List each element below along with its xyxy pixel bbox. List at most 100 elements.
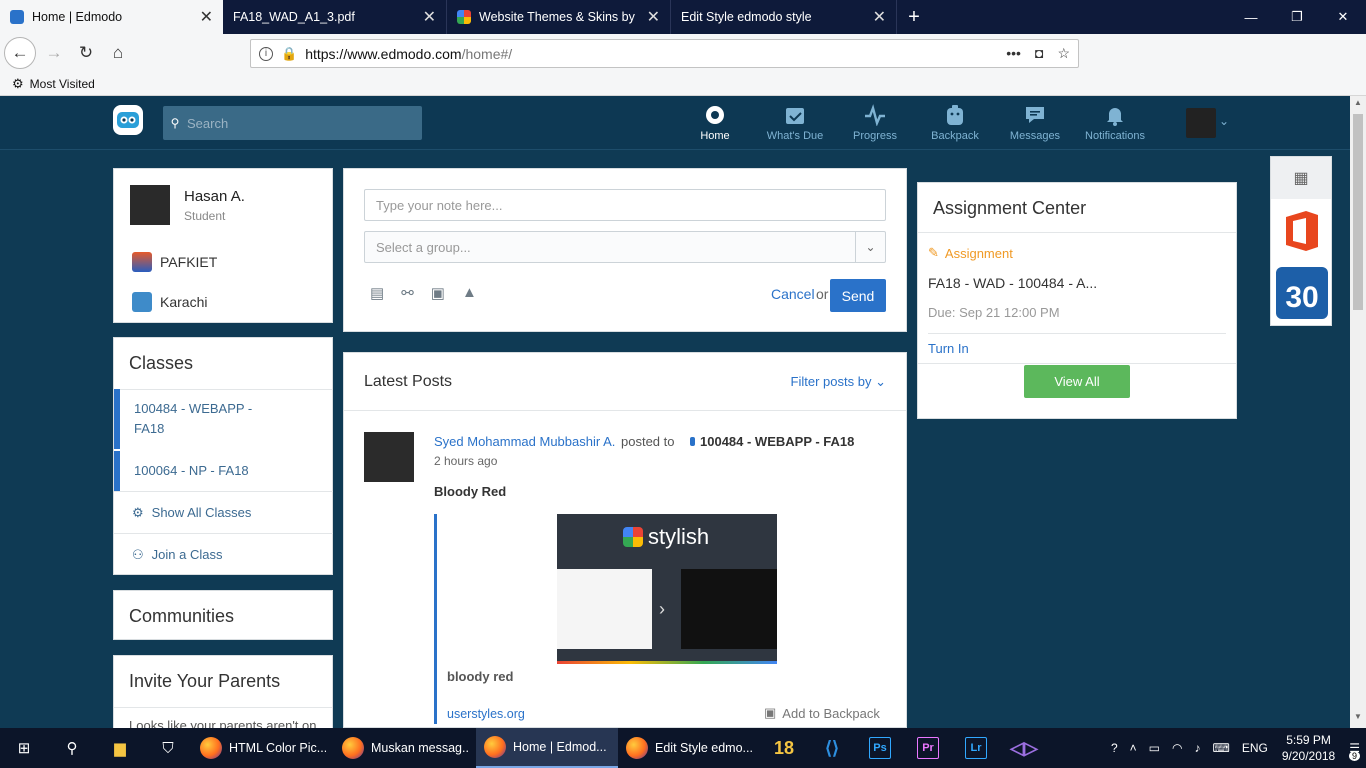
taskbar-app-color-picker[interactable]: HTML Color Pic... — [192, 728, 334, 768]
forward-button[interactable]: → — [38, 37, 70, 69]
nav-notifications[interactable]: Notifications — [1084, 96, 1146, 150]
join-class-link[interactable]: ⚇ Join a Class — [114, 533, 333, 575]
google-drive-icon[interactable]: ▲ — [462, 284, 477, 302]
assignment-name[interactable]: FA18 - WAD - 100484 - A... — [928, 275, 1097, 291]
view-all-button[interactable]: View All — [1024, 365, 1130, 398]
taskbar-app-muskan[interactable]: Muskan messag... — [334, 728, 476, 768]
taskbar-photoshop[interactable]: Ps — [856, 728, 904, 768]
backpack-icon[interactable]: ▣ — [431, 284, 445, 302]
taskbar-visual-studio[interactable]: ◁▷ — [1000, 728, 1048, 768]
file-explorer-icon[interactable]: ▆ — [96, 728, 144, 768]
org-karachi[interactable]: Karachi — [132, 291, 207, 313]
assignment-due: Due: Sep 21 12:00 PM — [928, 305, 1060, 320]
chevron-down-icon[interactable]: ⌄ — [1219, 114, 1229, 128]
nav-messages[interactable]: Messages — [1009, 96, 1061, 150]
post-composer: Type your note here... Select a group...… — [343, 168, 907, 332]
document-icon[interactable]: ▤ — [370, 284, 384, 302]
search-input[interactable] — [187, 115, 407, 131]
tab-stylish[interactable]: Website Themes & Skins by Sty ✕ — [447, 0, 671, 34]
lock-icon[interactable]: 🔒 — [281, 46, 297, 62]
scroll-down-icon[interactable]: ▼ — [1350, 712, 1366, 726]
org-pafkiet[interactable]: PAFKIET — [132, 251, 217, 273]
search-box[interactable]: ⚲ — [163, 106, 422, 140]
class-item-webapp[interactable]: 100484 - WEBAPP - FA18 — [114, 389, 333, 449]
keyboard-icon[interactable]: ⌨ — [1213, 741, 1230, 755]
window-controls: — ❐ ✕ — [1228, 0, 1366, 34]
profile-name[interactable]: Hasan A. — [184, 188, 245, 205]
nav-progress[interactable]: Progress — [852, 96, 898, 150]
taskbar-app-18[interactable]: 18 — [760, 728, 808, 768]
notification-center-icon[interactable]: ☰ 9 — [1348, 741, 1360, 761]
nav-whats-due[interactable]: What's Due — [765, 96, 825, 150]
communities-card[interactable]: Communities — [113, 590, 333, 640]
home-button[interactable]: ⌂ — [102, 37, 134, 69]
group-select[interactable]: Select a group... ⌄ — [364, 231, 886, 263]
clock[interactable]: 5:59 PM 9/20/2018 — [1282, 732, 1335, 764]
bookmark-star-icon[interactable]: ☆ — [1057, 45, 1070, 62]
browser-tab-bar: Home | Edmodo ✕ FA18_WAD_A1_3.pdf ✕ Webs… — [0, 0, 1366, 34]
tab-edmodo[interactable]: Home | Edmodo ✕ — [0, 0, 223, 34]
filter-posts-dropdown[interactable]: Filter posts by ⌄ — [791, 374, 886, 390]
url-text[interactable]: https://www.edmodo.com/home#/ — [305, 46, 1006, 62]
help-icon[interactable]: ? — [1111, 741, 1118, 755]
calendar-day: 30 — [1285, 281, 1319, 314]
embed-link[interactable]: userstyles.org — [447, 707, 525, 721]
calendar-app-icon[interactable]: 30 — [1276, 267, 1328, 319]
pocket-icon[interactable]: ◘ — [1035, 45, 1043, 62]
tab-pdf[interactable]: FA18_WAD_A1_3.pdf ✕ — [223, 0, 447, 34]
language-indicator[interactable]: ENG — [1242, 741, 1268, 755]
post-author-avatar[interactable] — [364, 432, 414, 482]
bookmark-most-visited[interactable]: Most Visited — [30, 77, 95, 91]
close-tab-icon[interactable]: ✕ — [423, 7, 436, 27]
windows-start-icon[interactable]: ⊞ — [0, 728, 48, 768]
close-window-icon[interactable]: ✕ — [1320, 0, 1366, 34]
scroll-up-icon[interactable]: ▲ — [1350, 98, 1366, 112]
office-icon[interactable] — [1282, 209, 1322, 253]
volume-icon[interactable]: ♪ — [1195, 741, 1201, 755]
close-tab-icon[interactable]: ✕ — [873, 7, 886, 27]
class-item-np[interactable]: 100064 - NP - FA18 — [114, 451, 333, 491]
url-bar[interactable]: i 🔒 https://www.edmodo.com/home#/ ••• ◘ … — [250, 39, 1079, 68]
new-tab-button[interactable]: + — [897, 0, 931, 34]
taskbar-premiere[interactable]: Pr — [904, 728, 952, 768]
post-author[interactable]: Syed Mohammad Mubbashir A. — [434, 434, 615, 449]
avatar[interactable] — [1186, 108, 1216, 138]
chevron-down-icon[interactable]: ⌄ — [855, 232, 885, 262]
minimize-icon[interactable]: — — [1228, 0, 1274, 34]
taskbar-vscode[interactable]: ⟨⟩ — [808, 728, 856, 768]
security-shield-icon[interactable]: ⛉ — [144, 728, 192, 768]
taskbar-lightroom[interactable]: Lr — [952, 728, 1000, 768]
tab-edit-style[interactable]: Edit Style edmodo style ✕ — [671, 0, 897, 34]
turn-in-link[interactable]: Turn In — [928, 341, 969, 356]
search-icon[interactable]: ⚲ — [48, 728, 96, 768]
restore-icon[interactable]: ❐ — [1274, 0, 1320, 34]
taskbar-app-edit-style[interactable]: Edit Style edmo... — [618, 728, 760, 768]
reload-button[interactable]: ↻ — [70, 37, 102, 69]
note-input[interactable]: Type your note here... — [364, 189, 886, 221]
nav-backpack[interactable]: Backpack — [930, 96, 980, 150]
profile-avatar[interactable] — [130, 185, 170, 225]
cancel-link[interactable]: Cancel — [771, 286, 815, 302]
back-button[interactable]: ← — [4, 37, 36, 69]
taskbar-app-edmodo[interactable]: Home | Edmod... — [476, 728, 618, 768]
show-all-classes-link[interactable]: ⚙ Show All Classes — [114, 491, 333, 533]
chevron-up-icon[interactable]: ˄ — [1130, 741, 1137, 755]
send-button[interactable]: Send — [830, 279, 886, 312]
post-group-link[interactable]: 100484 - WEBAPP - FA18 — [690, 434, 854, 449]
nav-home[interactable]: Home — [700, 96, 730, 150]
divider — [918, 363, 1236, 364]
add-to-backpack-link[interactable]: ▣ Add to Backpack — [764, 705, 880, 721]
info-icon[interactable]: i — [259, 46, 273, 61]
page-scrollbar[interactable]: ▲ ▼ — [1350, 96, 1366, 728]
app-grid-icon[interactable]: ▦ — [1271, 157, 1331, 199]
link-icon[interactable]: ⚯ — [401, 284, 414, 302]
link-embed[interactable]: stylish › bloody red userstyles.org — [434, 514, 884, 724]
wifi-icon[interactable]: ◠ — [1172, 741, 1182, 755]
close-tab-icon[interactable]: ✕ — [200, 7, 213, 27]
edmodo-logo[interactable] — [113, 105, 143, 135]
close-tab-icon[interactable]: ✕ — [647, 7, 660, 27]
scrollbar-thumb[interactable] — [1353, 114, 1363, 310]
battery-icon[interactable]: ▭ — [1149, 741, 1160, 755]
embed-thumbnail[interactable]: stylish › — [557, 514, 777, 664]
page-actions-icon[interactable]: ••• — [1006, 45, 1021, 62]
